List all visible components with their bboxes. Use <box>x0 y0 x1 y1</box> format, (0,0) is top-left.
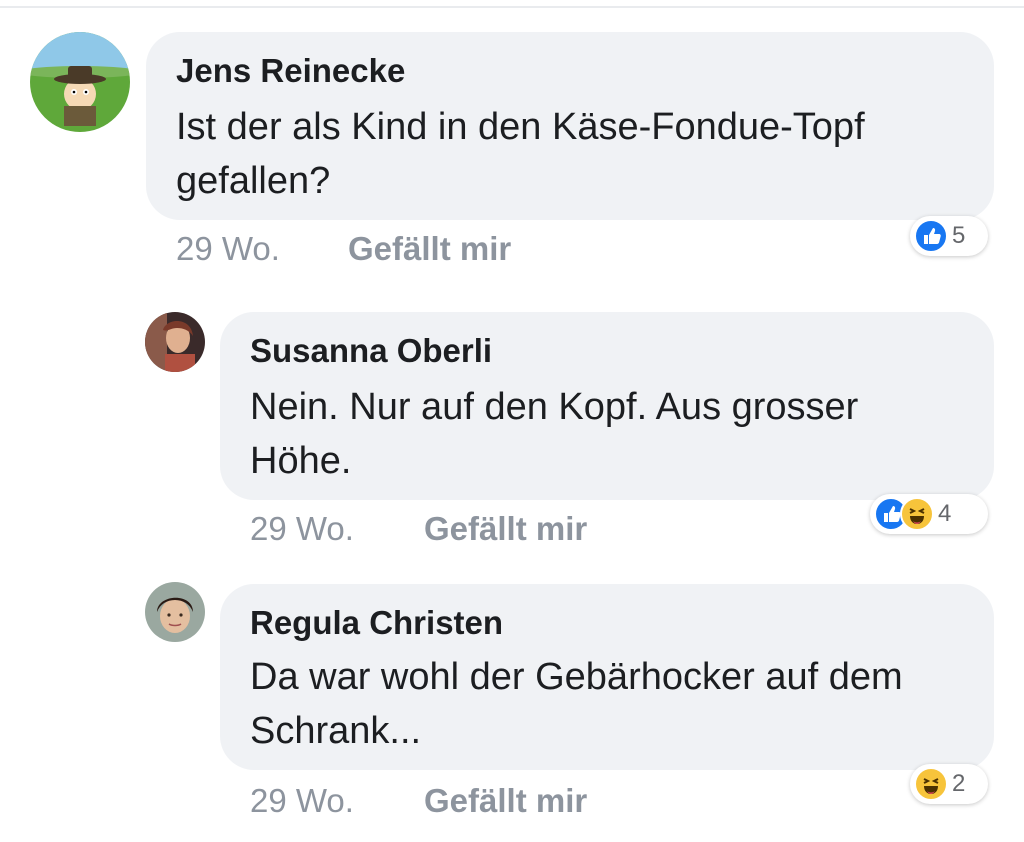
comment-bubble[interactable]: Regula Christen Da war wohl der Gebärhoc… <box>220 584 994 770</box>
reaction-summary[interactable]: 2 <box>910 764 988 804</box>
reaction-count: 2 <box>952 770 966 797</box>
avatar[interactable] <box>145 582 205 642</box>
comment-author[interactable]: Regula Christen <box>250 604 503 642</box>
comment-timestamp[interactable]: 29 Wo. <box>250 782 354 820</box>
comment-regula-christen: Regula Christen Da war wohl der Gebärhoc… <box>0 0 1024 842</box>
haha-icon <box>914 767 948 801</box>
like-button[interactable]: Gefällt mir <box>424 782 587 820</box>
photo-avatar-image <box>145 582 205 642</box>
comment-text: Da war wohl der Gebärhocker auf dem Schr… <box>250 656 903 752</box>
